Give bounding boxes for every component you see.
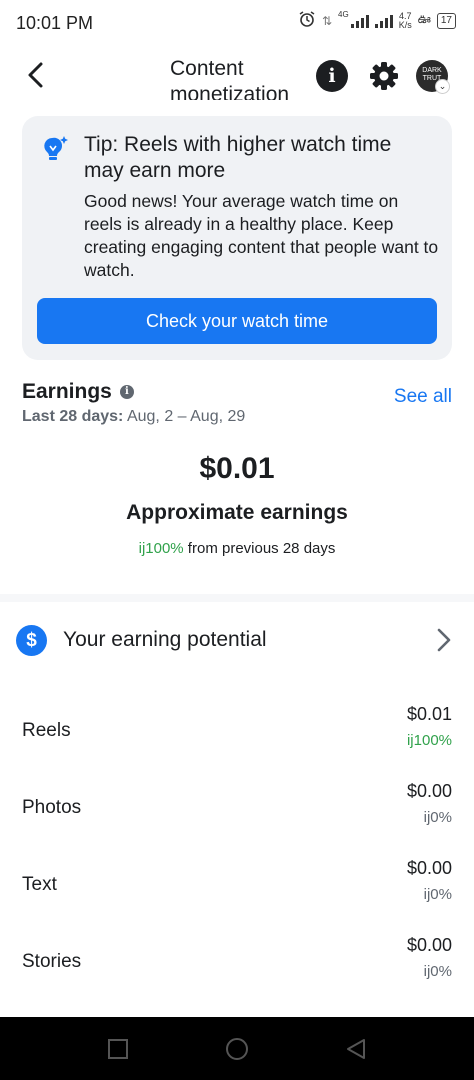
- breakdown-change: ij0%: [423, 809, 452, 826]
- breakdown-value: $0.00: [406, 781, 452, 801]
- speed-unit: K/s: [398, 19, 412, 30]
- status-bar: 10:01 PM ⇅ 4G 4.7 K/s ఊ 17: [0, 0, 474, 48]
- app-header: Content monetization i DARK TRUT ⌄: [0, 48, 474, 108]
- breakdown-label: Text: [22, 874, 57, 895]
- status-time: 10:01 PM: [16, 13, 94, 33]
- breakdown-row-photos: Photos $0.00 ij0%: [0, 771, 474, 841]
- breakdown-value: $0.01: [406, 704, 452, 724]
- breakdown-change: ij100%: [406, 732, 452, 749]
- home-button[interactable]: [225, 1037, 249, 1061]
- section-divider: [0, 594, 474, 602]
- breakdown-row-text: Text $0.00 ij0%: [0, 848, 474, 918]
- network-speed: 4.7 K/s: [398, 11, 412, 30]
- data-transfer-icon: ⇅: [321, 13, 333, 28]
- tip-title: Tip: Reels with higher watch time may ea…: [84, 133, 392, 182]
- change-text: from previous 28 days: [183, 540, 336, 557]
- settings-button[interactable]: [368, 60, 400, 92]
- earning-potential-label: Your earning potential: [63, 628, 267, 651]
- battery-icon: 17: [436, 12, 456, 29]
- signal-2-icon: [374, 14, 393, 28]
- battery-level: 17: [440, 14, 452, 26]
- hotspot-icon: ఊ: [417, 12, 431, 26]
- tip-body: Good news! Your average watch time on re…: [84, 191, 439, 280]
- breakdown-row-stories: Stories $0.00 ij0%: [0, 925, 474, 995]
- alarm-icon: [298, 10, 316, 31]
- back-button[interactable]: [22, 60, 52, 90]
- period-label: Last 28 days:: [22, 408, 124, 425]
- change-value: ij100%: [138, 540, 184, 557]
- chevron-left-icon: [28, 62, 43, 88]
- dollar-icon: $: [16, 625, 47, 656]
- lightbulb-icon: [40, 134, 70, 164]
- breakdown-change: ij0%: [423, 963, 452, 980]
- chevron-right-icon: [437, 628, 451, 652]
- network-type: 4G: [338, 10, 349, 19]
- signal-icon: [350, 14, 369, 28]
- earnings-amount: $0.01: [199, 452, 275, 485]
- earnings-period: Last 28 days: Aug, 2 – Aug, 29: [22, 408, 245, 426]
- info-icon[interactable]: i: [119, 385, 134, 399]
- chevron-down-icon: ⌄: [435, 79, 450, 94]
- breakdown-label: Reels: [22, 720, 71, 741]
- breakdown-change: ij0%: [423, 886, 452, 903]
- profile-avatar[interactable]: DARK TRUT ⌄: [416, 60, 450, 94]
- earning-potential-row[interactable]: $ Your earning potential: [0, 610, 474, 672]
- breakdown-row-reels: Reels $0.01 ij100%: [0, 694, 474, 764]
- recents-button[interactable]: [106, 1037, 130, 1061]
- gear-icon: [370, 62, 398, 90]
- page-title: Content monetization: [170, 57, 290, 100]
- earnings-title: Earnings: [22, 380, 112, 403]
- breakdown-value: $0.00: [406, 935, 452, 955]
- back-nav-button[interactable]: [344, 1037, 368, 1061]
- earnings-change: ij100% from previous 28 days: [0, 540, 474, 557]
- info-icon: i: [328, 65, 336, 87]
- breakdown-value: $0.00: [406, 858, 452, 878]
- period-range: Aug, 2 – Aug, 29: [123, 408, 246, 425]
- status-icons: ⇅ 4G 4.7 K/s ఊ 17: [298, 10, 456, 31]
- breakdown-label: Photos: [22, 797, 82, 818]
- breakdown-label: Stories: [22, 951, 82, 972]
- system-nav-bar: [0, 1017, 474, 1080]
- check-watch-time-button[interactable]: Check your watch time: [37, 298, 437, 344]
- info-button[interactable]: i: [316, 60, 348, 92]
- tip-card: Tip: Reels with higher watch time may ea…: [22, 116, 452, 360]
- earnings-heading: Earnings i: [22, 380, 134, 404]
- earnings-amount-label: Approximate earnings: [126, 501, 348, 524]
- see-all-link[interactable]: See all: [394, 386, 452, 408]
